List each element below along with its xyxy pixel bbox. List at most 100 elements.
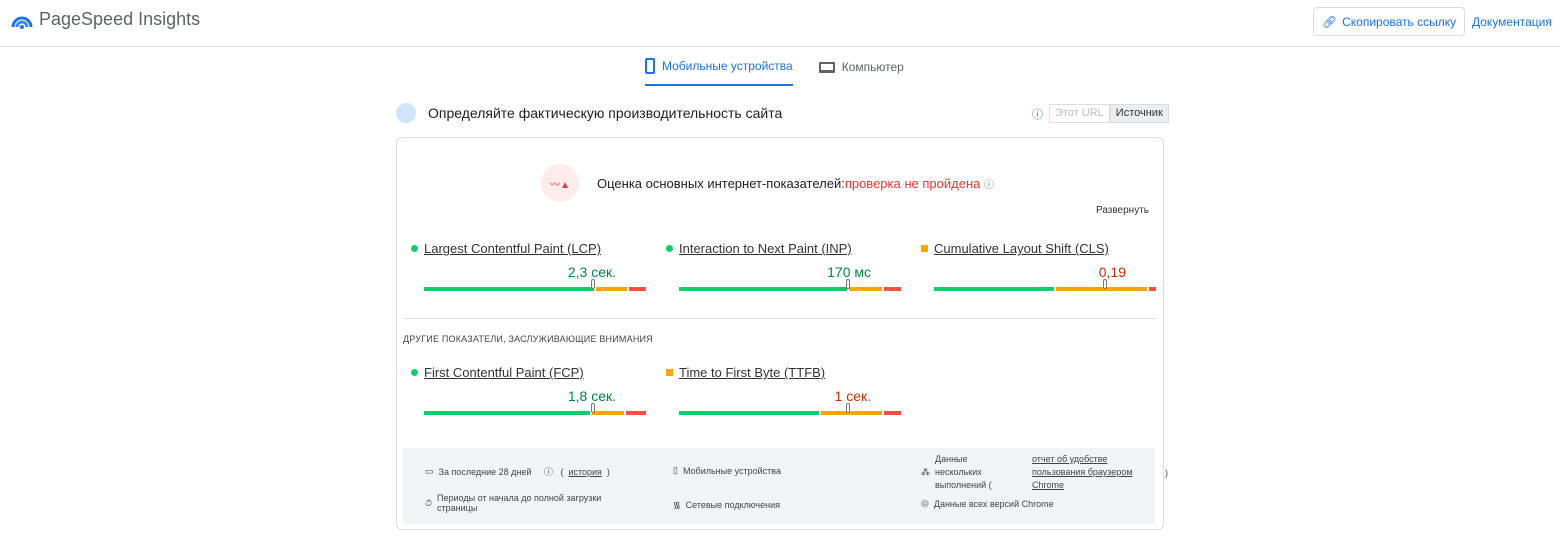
- device-tabs: Мобильные устройства Компьютер: [645, 52, 904, 86]
- failed-assessment-icon: 〰▲: [541, 164, 579, 202]
- p75-marker: [1102, 279, 1107, 289]
- metric-inp: Interaction to Next Paint (INP) 170 мс: [666, 241, 902, 291]
- samples-close: ): [1165, 467, 1168, 478]
- bar-needs-improvement: [1055, 287, 1148, 291]
- metric-name-label: Interaction to Next Paint (INP): [679, 241, 852, 256]
- tab-mobile-label: Мобильные устройства: [662, 59, 793, 73]
- good-indicator-icon: [411, 245, 418, 252]
- metric-name-label: Cumulative Layout Shift (CLS): [934, 241, 1109, 256]
- distribution-bar: [934, 279, 1156, 291]
- wifi-icon: ᯾: [673, 500, 681, 510]
- needs-improvement-indicator-icon: [666, 369, 673, 376]
- metric-fcp: First Contentful Paint (FCP) 1,8 сек.: [411, 365, 646, 415]
- bar-poor: [883, 287, 902, 291]
- duration-info: ⏱ Периоды от начала до полной загрузки ст…: [425, 493, 635, 513]
- tab-mobile[interactable]: Мобильные устройства: [645, 52, 793, 86]
- metric-name[interactable]: Time to First Byte (TTFB): [666, 365, 901, 380]
- p75-marker: [590, 403, 595, 413]
- bar-poor: [883, 411, 902, 415]
- metric-value: 170 мс: [827, 264, 871, 280]
- metric-ttfb: Time to First Byte (TTFB) 1 сек.: [666, 365, 902, 415]
- p75-marker: [590, 279, 595, 289]
- good-indicator-icon: [411, 369, 418, 376]
- section-header: Определяйте фактическую производительнос…: [396, 103, 782, 123]
- phone-icon: [645, 58, 655, 74]
- versions-label: Данные всех версий Chrome: [933, 498, 1054, 509]
- bar-poor: [626, 411, 646, 415]
- needs-improvement-indicator-icon: [921, 245, 928, 252]
- devices-icon: ▯: [673, 465, 678, 475]
- period-label: За последние 28 дней: [438, 466, 532, 477]
- url-origin-toggle: ⓘ Этот URL Источник: [1032, 104, 1169, 123]
- help-icon[interactable]: ⓘ: [544, 465, 553, 478]
- period-info: ▭ За последние 28 дней ⓘ (история): [425, 465, 610, 478]
- help-icon[interactable]: ⓘ: [984, 180, 994, 191]
- metric-name[interactable]: First Contentful Paint (FCP): [411, 365, 646, 380]
- history-link[interactable]: история: [568, 467, 601, 477]
- users-icon: [396, 103, 416, 123]
- bar-needs-improvement: [596, 287, 627, 291]
- distribution-bar: [424, 403, 646, 415]
- expand-button[interactable]: Развернуть: [1096, 205, 1149, 216]
- distribution-bar: [679, 279, 902, 291]
- p75-marker: [845, 279, 850, 289]
- assessment: 〰▲ Оценка основных интернет-показателей:…: [541, 164, 994, 202]
- bar-needs-improvement: [820, 411, 882, 415]
- bar-good: [934, 287, 1054, 291]
- bar-poor: [1149, 287, 1156, 291]
- bar-good: [424, 287, 595, 291]
- info-icon[interactable]: ⓘ: [1032, 106, 1043, 122]
- metric-value: 0,19: [1098, 264, 1126, 280]
- distribution-bar: [424, 279, 646, 291]
- copy-link-label: Скопировать ссылку: [1342, 14, 1457, 29]
- samples-label: Данные нескольких выполнений (: [935, 454, 992, 490]
- metric-name[interactable]: Cumulative Layout Shift (CLS): [921, 241, 1156, 256]
- calendar-icon: ▭: [425, 466, 434, 476]
- toggle-this-url[interactable]: Этот URL: [1049, 104, 1110, 123]
- pagespeed-logo-icon: [11, 16, 33, 29]
- versions-info: ◎ Данные всех версий Chrome: [921, 498, 1054, 509]
- metric-value: 1 сек.: [834, 388, 871, 404]
- other-metrics-title: ДРУГИЕ ПОКАЗАТЕЛИ, ЗАСЛУЖИВАЮЩИЕ ВНИМАНИ…: [403, 334, 653, 344]
- metric-name-label: Time to First Byte (TTFB): [679, 365, 826, 380]
- metric-name[interactable]: Interaction to Next Paint (INP): [666, 241, 901, 256]
- tab-desktop-label: Компьютер: [841, 60, 904, 74]
- device-info: ▯ Мобильные устройства: [673, 465, 781, 476]
- app-title: PageSpeed Insights: [39, 9, 201, 29]
- assessment-status: проверка не пройдена: [844, 175, 981, 191]
- network-label: Сетевые подключения: [685, 499, 781, 510]
- logo[interactable]: PageSpeed Insights: [11, 9, 200, 30]
- bar-good: [679, 287, 847, 291]
- distribution-bar: [679, 403, 902, 415]
- duration-label: Периоды от начала до полной загрузки стр…: [437, 493, 602, 513]
- good-indicator-icon: [666, 245, 673, 252]
- bar-needs-improvement: [591, 411, 625, 415]
- metric-value: 2,3 сек.: [567, 264, 616, 280]
- p75-marker: [845, 403, 850, 413]
- metric-name-label: First Contentful Paint (FCP): [424, 365, 584, 380]
- device-label: Мобильные устройства: [682, 465, 781, 476]
- bar-poor: [628, 287, 646, 291]
- samples-icon: ⁂: [921, 467, 930, 477]
- samples-info: ⁂ Данные нескольких выполнений ( отчет об …: [921, 453, 1168, 492]
- bar-needs-improvement: [848, 287, 882, 291]
- copy-link-button[interactable]: 🔗︎ Скопировать ссылку: [1313, 7, 1465, 36]
- laptop-icon: [818, 61, 835, 73]
- bar-good: [424, 411, 590, 415]
- docs-link[interactable]: Документация: [1472, 15, 1552, 29]
- chrome-icon: ◎: [921, 498, 929, 508]
- toggle-origin[interactable]: Источник: [1109, 104, 1169, 123]
- crux-link[interactable]: отчет об удобстве пользования браузером …: [1032, 453, 1152, 492]
- tab-desktop[interactable]: Компьютер: [818, 52, 904, 86]
- metric-cls: Cumulative Layout Shift (CLS) 0,19: [921, 241, 1156, 291]
- bar-good: [679, 411, 819, 415]
- assessment-label: Оценка основных интернет-показателей:: [597, 175, 845, 191]
- divider: [403, 318, 1157, 319]
- metric-name[interactable]: Largest Contentful Paint (LCP): [411, 241, 646, 256]
- network-info: ᯾ Сетевые подключения: [673, 498, 780, 511]
- section-title: Определяйте фактическую производительнос…: [428, 105, 783, 121]
- timer-icon: ⏱: [425, 497, 433, 508]
- link-icon: 🔗︎: [1321, 14, 1338, 29]
- data-info-footer: ▭ За последние 28 дней ⓘ (история) ⏱ Перио…: [403, 448, 1168, 524]
- metric-lcp: Largest Contentful Paint (LCP) 2,3 сек.: [411, 241, 646, 291]
